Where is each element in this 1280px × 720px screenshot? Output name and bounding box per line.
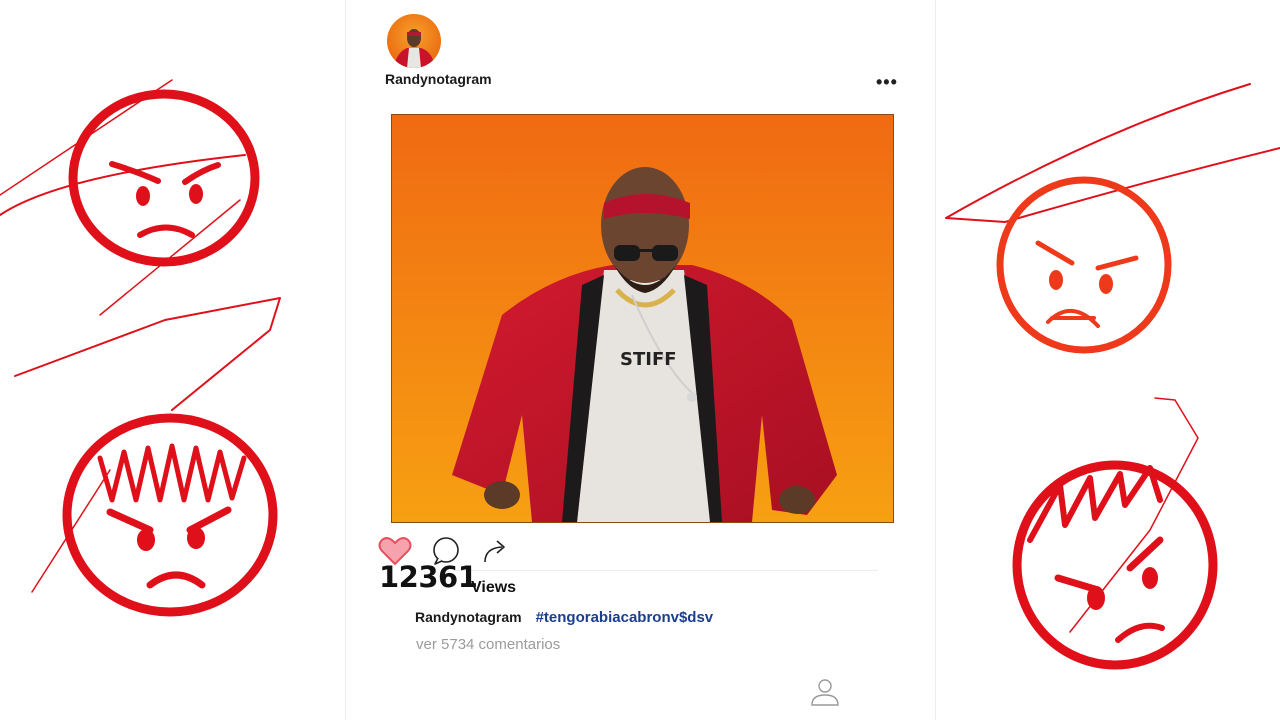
divider xyxy=(453,570,878,571)
caption-username[interactable]: Randynotagram xyxy=(415,609,522,625)
instagram-post-card: Randynotagram ••• STIFF 12361 Views Rand… xyxy=(345,0,936,720)
angry-face-doodle-top-right xyxy=(945,83,1280,354)
views-count: 12361 xyxy=(379,560,478,594)
post-image[interactable]: STIFF xyxy=(391,114,894,523)
angry-face-doodle-top-left xyxy=(0,79,260,316)
post-username[interactable]: Randynotagram xyxy=(385,71,492,87)
views-label: Views xyxy=(471,579,517,596)
scribble-line-left xyxy=(14,297,281,411)
post-caption: Randynotagram #tengorabiacabronv$dsv xyxy=(415,609,713,626)
share-arrow-icon[interactable] xyxy=(480,536,510,566)
view-comments-link[interactable]: ver 5734 comentarios xyxy=(416,636,560,653)
hashtag-link[interactable]: #tengorabiacabronv$dsv xyxy=(536,609,714,626)
avatar-image xyxy=(387,14,441,68)
man-in-red-jacket-photo: STIFF xyxy=(392,115,893,522)
angry-face-doodle-bottom-right xyxy=(1012,397,1218,670)
more-dots-icon[interactable]: ••• xyxy=(876,72,898,93)
person-icon[interactable] xyxy=(809,676,841,708)
angry-face-doodle-bottom-left xyxy=(31,413,278,617)
svg-text:STIFF: STIFF xyxy=(620,349,677,370)
avatar[interactable] xyxy=(387,14,441,68)
